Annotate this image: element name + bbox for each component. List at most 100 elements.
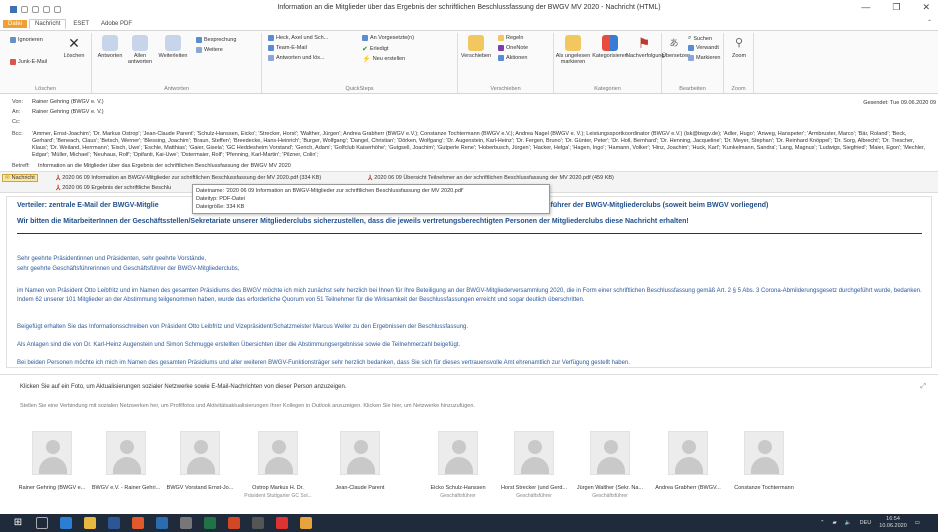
forward-button[interactable]: Weiterleiten (158, 35, 188, 59)
envelope-icon: ✉ (5, 175, 10, 181)
reply-delete-icon (268, 55, 274, 61)
volume-icon[interactable]: 🔈 (845, 520, 852, 526)
app-icon[interactable] (132, 517, 144, 529)
delete-button[interactable]: ✕ Löschen (62, 35, 86, 59)
avatar (668, 431, 708, 475)
from-value[interactable]: Rainer Gehring (BWGV e. V.) (32, 99, 104, 105)
reply-all-button[interactable]: Allen antworten (126, 35, 154, 65)
tab-message[interactable]: Nachricht (29, 19, 67, 29)
zoom-button[interactable]: ⚲ Zoom (726, 35, 752, 59)
onenote-icon (498, 45, 504, 51)
keyboard-language[interactable]: DEU (860, 520, 872, 526)
team-mail-icon (268, 45, 274, 51)
reply-button[interactable]: Antworten (96, 35, 124, 59)
avatar (514, 431, 554, 475)
quickstep-team-mail[interactable]: Team-E-Mail (268, 45, 307, 51)
related-button[interactable]: Verwandt (688, 45, 719, 51)
bcc-row: Bcc: 'Ammer, Ernst-Joachim'; 'Dr. Markus … (12, 131, 927, 159)
group-edit: あ Übersetzen ⌕ Suchen Verwandt Markieren B… (662, 33, 724, 93)
person-card[interactable]: BWGV e.V. - Rainer Gehri... (86, 431, 166, 493)
attachment-participants-pdf[interactable]: ⅄ 2020 06 09 Übersicht Teilnehmer an der … (368, 174, 614, 182)
actions-button[interactable]: Aktionen (498, 55, 527, 61)
cc-row: Cc: (12, 119, 21, 125)
acrobat-icon[interactable] (276, 517, 288, 529)
person-card[interactable]: Jean-Claude Parent (320, 431, 400, 493)
people-pane: Klicken Sie auf ein Foto, um Aktualisier… (0, 374, 938, 514)
person-card[interactable]: Rainer Gehring (BWGV e... (12, 431, 92, 493)
attachment-results-pdf[interactable]: ⅄ 2020 06 09 Ergebnis der schriftliche Be… (56, 184, 171, 192)
expand-pane-icon[interactable]: ⤢ (920, 383, 926, 391)
ignore-button[interactable]: Ignorieren (10, 37, 43, 43)
notifications-icon[interactable]: ▭ (915, 520, 920, 526)
follow-up-button[interactable]: ⚑ Nachverfolgung (626, 35, 665, 59)
quickstep-reply-delete[interactable]: Antworten und lös... (268, 55, 325, 61)
rules-button[interactable]: Regeln (498, 35, 523, 41)
file-explorer-icon[interactable] (84, 517, 96, 529)
tab-file[interactable]: Datei (3, 20, 28, 28)
quickstep-heck-axel[interactable]: Heck, Axel und Sch... (268, 35, 328, 41)
app-icon[interactable] (252, 517, 264, 529)
mail-icon (268, 35, 274, 41)
windows-start-icon[interactable]: ⊞ (12, 517, 24, 529)
group-move: Verschieben Regeln OneNote Aktionen Vers… (458, 33, 554, 93)
clock[interactable]: 16:54 10.06.2020 (879, 516, 907, 530)
person-card[interactable]: Constanze Tochtermann (724, 431, 804, 493)
close-button[interactable]: ✕ (922, 2, 930, 13)
minimize-button[interactable]: — (861, 2, 870, 13)
ignore-icon (10, 37, 16, 43)
subject-value: Information an die Mitglieder über das E… (38, 163, 291, 169)
person-card[interactable]: Horst Strecker (und Gerd... Geschäftsführ… (494, 431, 574, 499)
find-button[interactable]: ⌕ Suchen (688, 35, 712, 42)
collapse-ribbon-icon[interactable]: ⌃ (927, 19, 932, 26)
tab-adobe-pdf[interactable]: Adobe PDF (96, 20, 137, 28)
word-icon[interactable] (108, 517, 120, 529)
outlook-icon[interactable] (156, 517, 168, 529)
forward-icon (165, 35, 181, 51)
person-card[interactable]: Ostrop Markus H. Dr. Präsident Stuttgarte… (238, 431, 318, 499)
message-body-button[interactable]: ✉ Nachricht (2, 174, 38, 182)
person-card[interactable]: Andrea Grabherr (BWGV... (648, 431, 728, 493)
tray-chevron-icon[interactable]: ⌃ (820, 520, 825, 526)
powerpoint-icon[interactable] (228, 517, 240, 529)
categorize-button[interactable]: Kategorisieren (592, 35, 628, 59)
group-label-zoom: Zoom (731, 86, 746, 92)
flag-icon: ⚑ (637, 35, 651, 51)
people-pane-connect-hint[interactable]: Stellen Sie eine Verbindung mit sozialen… (20, 403, 475, 409)
to-value[interactable]: Rainer Gehring (BWGV e. V.) (32, 109, 104, 115)
onenote-button[interactable]: OneNote (498, 45, 528, 51)
tab-eset[interactable]: ESET (68, 20, 94, 28)
group-respond: Antworten Allen antworten Weiterleiten B… (92, 33, 262, 93)
group-label-tags: Kategorien (594, 86, 621, 92)
attachment-information-pdf[interactable]: ⅄ 2020 06 09 Information an BWGV-Mitglied… (56, 174, 321, 182)
lightning-icon: ⚡ (362, 56, 371, 63)
group-label-respond: Antworten (164, 86, 189, 92)
ribbon: Ignorieren ✕ Löschen Junk-E-Mail Löschen … (0, 30, 938, 94)
app-icon[interactable] (300, 517, 312, 529)
meeting-button[interactable]: Besprechung (196, 37, 236, 43)
excel-icon[interactable] (204, 517, 216, 529)
group-label-move: Verschieben (490, 86, 521, 92)
more-respond-button[interactable]: Weitere (196, 47, 223, 53)
person-card[interactable]: Eicko Schulz-Hanssen Geschäftsführer (418, 431, 498, 499)
translate-button[interactable]: あ Übersetzen (662, 35, 690, 59)
group-zoom: ⚲ Zoom Zoom (724, 33, 754, 93)
select-button[interactable]: Markieren (688, 55, 720, 61)
maximize-button[interactable]: ❐ (892, 2, 900, 13)
quickstep-to-manager[interactable]: An Vorgesetzte(n) (362, 35, 414, 41)
forward-mail-icon (362, 35, 368, 41)
rules-icon (498, 35, 504, 41)
move-button[interactable]: Verschieben (460, 35, 492, 59)
app-icon[interactable] (180, 517, 192, 529)
network-icon[interactable]: ▰ (833, 520, 837, 526)
task-view-icon[interactable] (36, 517, 48, 529)
person-card[interactable]: BWGV Vorstand Ernst-Jo... (160, 431, 240, 493)
quickstep-create-new[interactable]: ⚡ Neu erstellen (362, 55, 405, 63)
quickstep-done[interactable]: ✔ Erledigt (362, 45, 389, 53)
avatar (438, 431, 478, 475)
bcc-value[interactable]: 'Ammer, Ernst-Joachim'; 'Dr. Markus Ostr… (32, 131, 927, 159)
junk-mail-button[interactable]: Junk-E-Mail (10, 59, 47, 65)
mark-unread-button[interactable]: Als ungelesen markieren (554, 35, 592, 65)
edge-icon[interactable] (60, 517, 72, 529)
group-label-edit: Bearbeiten (679, 86, 706, 92)
person-card[interactable]: Jürgen Walther (Sekr. Na... Geschäftsführ… (570, 431, 650, 499)
